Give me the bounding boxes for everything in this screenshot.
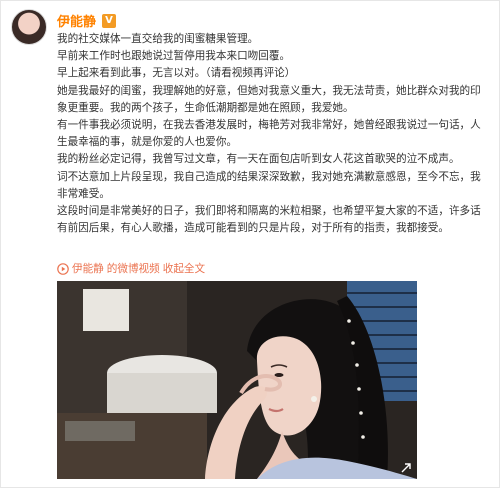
weibo-post-card: 伊能静 V 我的社交媒体一直交给我的闺蜜糖果管理。 早前来工作时也跟她说过暂停用… xyxy=(0,0,500,488)
post-paragraph: 早上起来看到此事，无言以对。（请看视频再评论） xyxy=(57,67,296,80)
post-paragraph: 这段时间是非常美好的日子，我们即将和隔离的米粒相聚，也希望平复大家的不适，许多话… xyxy=(57,205,481,235)
post-paragraph: 早前来工作时也跟她说过暂停用我本来口吻回覆。 xyxy=(57,50,291,63)
video-thumbnail[interactable] xyxy=(57,281,417,479)
expand-icon[interactable] xyxy=(399,461,413,475)
video-author-link[interactable]: 伊能静 xyxy=(72,261,104,276)
post-paragraph: 我的社交媒体一直交给我的闺蜜糖果管理。 xyxy=(57,33,259,45)
post-header: 伊能静 V xyxy=(57,11,117,30)
avatar[interactable] xyxy=(11,9,47,45)
post-paragraph: 她是我最好的闺蜜，我理解她的好意，但她对我意义重大，我无法苛责，她比群众对我的印… xyxy=(57,84,481,114)
post-paragraph: 有一件事我必须说明，在我去香港发展时，梅艳芳对我非常好，她曾经跟我说过一句话，人… xyxy=(57,119,481,149)
video-source-label[interactable]: 的微博视频 xyxy=(107,261,160,276)
play-video-icon xyxy=(57,262,69,275)
username[interactable]: 伊能静 xyxy=(57,11,96,30)
video-frame xyxy=(57,281,417,479)
post-body: 我的社交媒体一直交给我的闺蜜糖果管理。 早前来工作时也跟她说过暂停用我本来口吻回… xyxy=(57,31,489,237)
collapse-text-link[interactable]: 收起全文 xyxy=(163,261,205,276)
post-paragraph: 词不达意加上片段呈现，我自己造成的结果深深致歉，我对她充满歉意感恩，至今不忘，我… xyxy=(57,170,481,200)
vip-badge-icon: V xyxy=(102,13,117,28)
video-link-row: 伊能静 的微博视频 收起全文 xyxy=(57,261,205,276)
post-paragraph: 我的粉丝必定记得，我曾写过文章，有一天在面包店听到女人花这首歌哭的泣不成声。 xyxy=(57,153,460,166)
